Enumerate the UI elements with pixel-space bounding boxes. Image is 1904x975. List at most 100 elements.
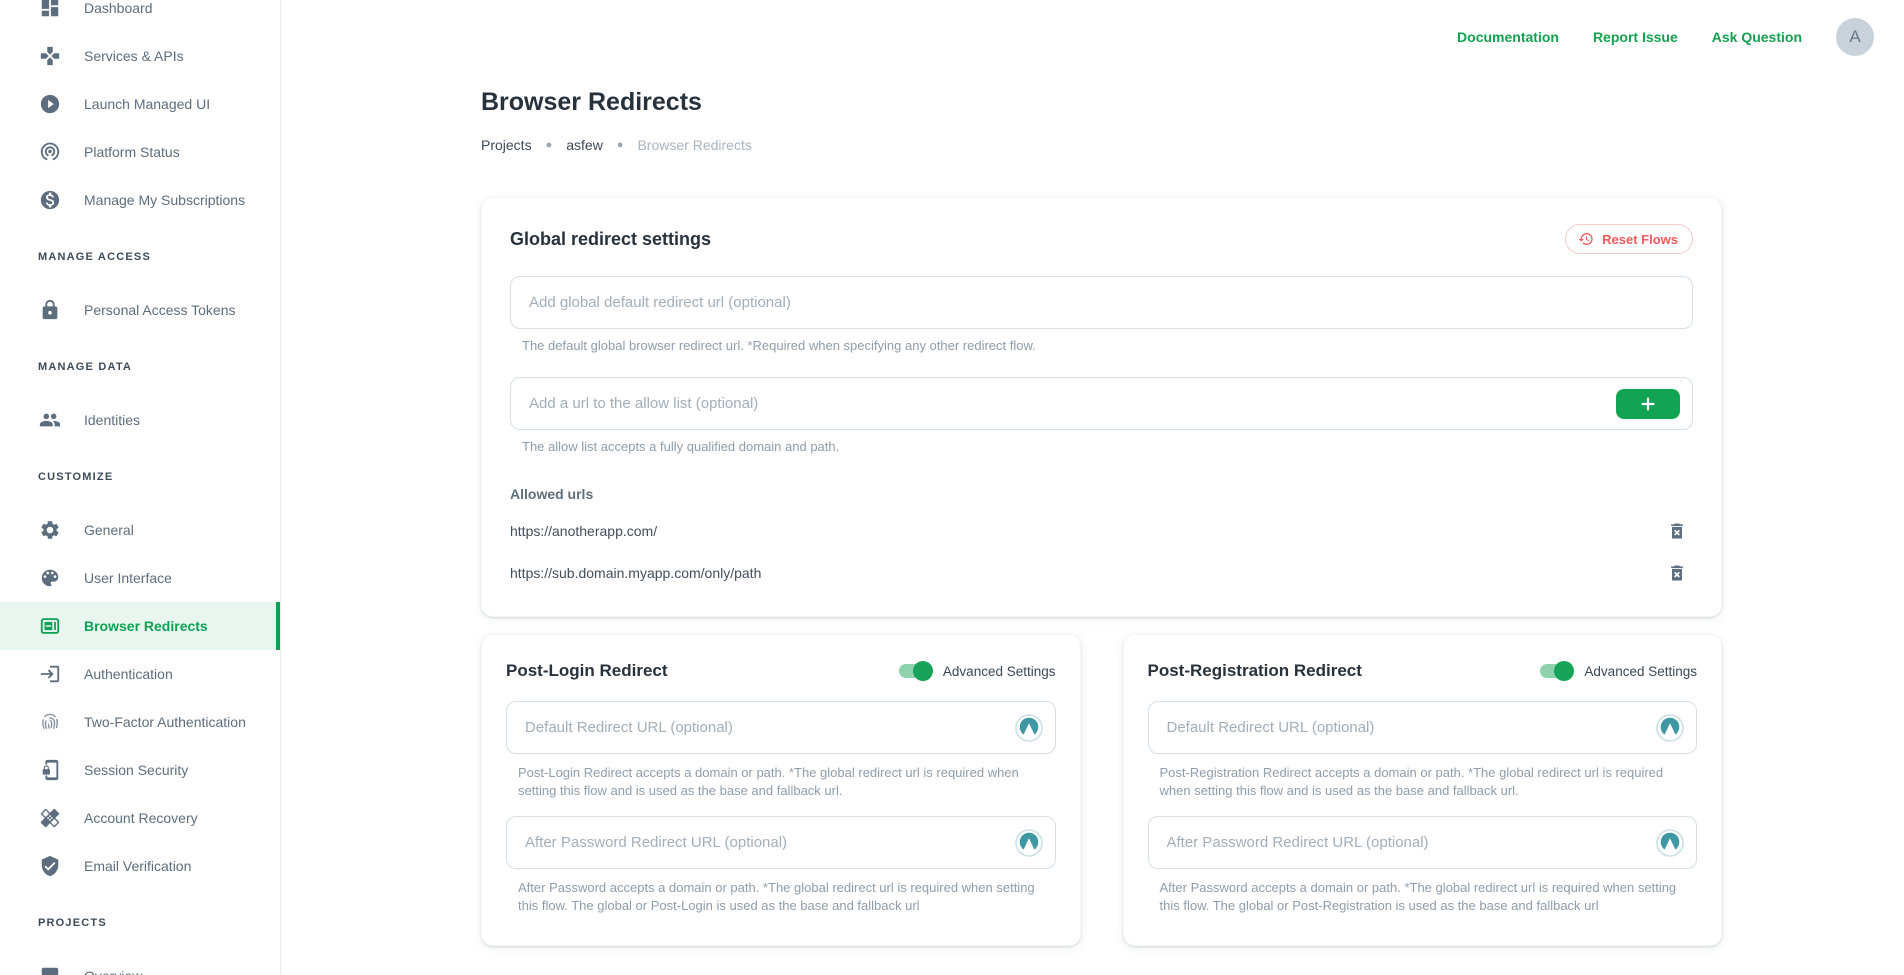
delete-url-button[interactable] (1667, 563, 1687, 583)
advanced-settings-toggle[interactable] (897, 661, 933, 681)
ask-question-link[interactable]: Ask Question (1712, 29, 1802, 45)
advanced-settings-toggle[interactable] (1538, 661, 1574, 681)
sidebar-section-manage-data: MANAGE DATA (38, 358, 280, 376)
global-default-redirect-input[interactable] (510, 276, 1693, 329)
sidebar-item-identities[interactable]: Identities (0, 396, 280, 444)
sidebar-item-label: User Interface (84, 570, 172, 586)
allow-list-field-group: The allow list accepts a fully qualified… (510, 377, 1693, 456)
subscriptions-dollar-icon (38, 188, 62, 212)
allowed-url-row: https://sub.domain.myapp.com/only/path (510, 560, 1693, 586)
fingerprint-icon (38, 710, 62, 734)
documentation-link[interactable]: Documentation (1457, 29, 1559, 45)
sidebar-item-label: Session Security (84, 762, 188, 778)
sidebar-item-label: Two-Factor Authentication (84, 714, 246, 730)
plus-icon (1640, 396, 1656, 412)
add-url-button[interactable] (1616, 389, 1680, 419)
report-issue-link[interactable]: Report Issue (1593, 29, 1678, 45)
advanced-settings-label: Advanced Settings (1584, 664, 1697, 679)
breadcrumb-current: Browser Redirects (637, 137, 751, 153)
dashboard-icon (38, 0, 62, 20)
allow-list-helper: The allow list accepts a fully qualified… (522, 438, 1693, 456)
sidebar-item-session-security[interactable]: Session Security (0, 746, 280, 794)
sidebar-item-label: Account Recovery (84, 810, 198, 826)
sidebar-item-label: Authentication (84, 666, 173, 682)
post-login-default-input-wrap (506, 701, 1056, 754)
sidebar-item-browser-redirects[interactable]: Browser Redirects (0, 602, 280, 650)
global-redirect-settings-card: Global redirect settings Reset Flows The… (481, 197, 1722, 617)
post-registration-default-redirect-input[interactable] (1148, 701, 1698, 754)
gear-icon (38, 518, 62, 542)
default-redirect-input-wrap (510, 276, 1693, 329)
sidebar-item-personal-access-tokens[interactable]: Personal Access Tokens (0, 286, 280, 334)
sidebar-section-customize: CUSTOMIZE (38, 468, 280, 486)
sidebar-item-label: Platform Status (84, 144, 180, 160)
sidebar-item-manage-subscriptions[interactable]: Manage My Subscriptions (0, 176, 280, 224)
sidebar-item-label: Personal Access Tokens (84, 302, 236, 318)
content: Browser Redirects Projects ● asfew ● Bro… (481, 88, 1722, 946)
sidebar: Dashboard Services & APIs Launch Managed… (0, 0, 281, 975)
breadcrumb-project-name[interactable]: asfew (566, 137, 603, 153)
dynamic-value-icon[interactable] (1015, 829, 1043, 857)
post-login-after-password-input[interactable] (506, 816, 1056, 869)
sidebar-item-services-apis[interactable]: Services & APIs (0, 32, 280, 80)
play-circle-icon (38, 92, 62, 116)
post-login-redirect-card: Post-Login Redirect Advanced Settings (481, 634, 1081, 946)
post-registration-after-password-helper: After Password accepts a domain or path.… (1160, 879, 1698, 915)
sidebar-item-label: Manage My Subscriptions (84, 192, 245, 208)
sidebar-item-authentication[interactable]: Authentication (0, 650, 280, 698)
sidebar-item-label: Services & APIs (84, 48, 184, 64)
breadcrumb-dot: ● (546, 139, 553, 151)
sidebar-section-manage-access: MANAGE ACCESS (38, 248, 280, 266)
topbar: Documentation Report Issue Ask Question … (1457, 0, 1904, 74)
redirect-cards-row: Post-Login Redirect Advanced Settings (481, 634, 1722, 946)
post-registration-after-password-input-wrap (1148, 816, 1698, 869)
sidebar-item-dashboard[interactable]: Dashboard (0, 0, 280, 32)
sidebar-item-account-recovery[interactable]: Account Recovery (0, 794, 280, 842)
palette-icon (38, 566, 62, 590)
trash-icon (1667, 529, 1687, 544)
sidebar-item-user-interface[interactable]: User Interface (0, 554, 280, 602)
history-icon (1578, 231, 1594, 247)
breadcrumb-projects[interactable]: Projects (481, 137, 532, 153)
sidebar-item-label: Email Verification (84, 858, 191, 874)
sidebar-item-general[interactable]: General (0, 506, 280, 554)
trash-icon (1667, 571, 1687, 586)
post-login-card-header: Post-Login Redirect Advanced Settings (506, 661, 1056, 681)
post-login-default-redirect-input[interactable] (506, 701, 1056, 754)
allowed-url-row: https://anotherapp.com/ (510, 518, 1693, 544)
reset-flows-button[interactable]: Reset Flows (1565, 224, 1693, 254)
page-title: Browser Redirects (481, 88, 1722, 117)
main-area: Documentation Report Issue Ask Question … (281, 0, 1904, 975)
sidebar-item-label: Dashboard (84, 0, 153, 16)
sidebar-item-platform-status[interactable]: Platform Status (0, 128, 280, 176)
post-registration-default-input-wrap (1148, 701, 1698, 754)
browser-window-icon (38, 614, 62, 638)
avatar[interactable]: A (1836, 18, 1874, 56)
global-card-header: Global redirect settings Reset Flows (510, 224, 1693, 254)
allow-list-input-wrap (510, 377, 1693, 430)
post-login-card-title: Post-Login Redirect (506, 661, 668, 681)
dynamic-value-icon[interactable] (1015, 714, 1043, 742)
post-registration-card-title: Post-Registration Redirect (1148, 661, 1362, 681)
allow-list-input[interactable] (510, 377, 1693, 430)
sidebar-item-label: General (84, 522, 134, 538)
post-login-after-password-helper: After Password accepts a domain or path.… (518, 879, 1056, 915)
sidebar-item-two-factor[interactable]: Two-Factor Authentication (0, 698, 280, 746)
dynamic-value-icon[interactable] (1656, 829, 1684, 857)
sidebar-item-label: Identities (84, 412, 140, 428)
post-registration-default-helper: Post-Registration Redirect accepts a dom… (1160, 764, 1698, 800)
reset-flows-label: Reset Flows (1602, 232, 1678, 247)
allowed-urls-title: Allowed urls (510, 486, 1693, 502)
post-login-default-helper: Post-Login Redirect accepts a domain or … (518, 764, 1056, 800)
delete-url-button[interactable] (1667, 521, 1687, 541)
people-icon (38, 408, 62, 432)
dynamic-value-icon[interactable] (1656, 714, 1684, 742)
breadcrumb-dot: ● (617, 139, 624, 151)
sidebar-item-email-verification[interactable]: Email Verification (0, 842, 280, 890)
global-card-title: Global redirect settings (510, 229, 711, 250)
services-apis-icon (38, 44, 62, 68)
sidebar-item-overview[interactable]: Overview (0, 952, 280, 975)
post-registration-after-password-input[interactable] (1148, 816, 1698, 869)
healing-icon (38, 806, 62, 830)
sidebar-item-launch-managed-ui[interactable]: Launch Managed UI (0, 80, 280, 128)
